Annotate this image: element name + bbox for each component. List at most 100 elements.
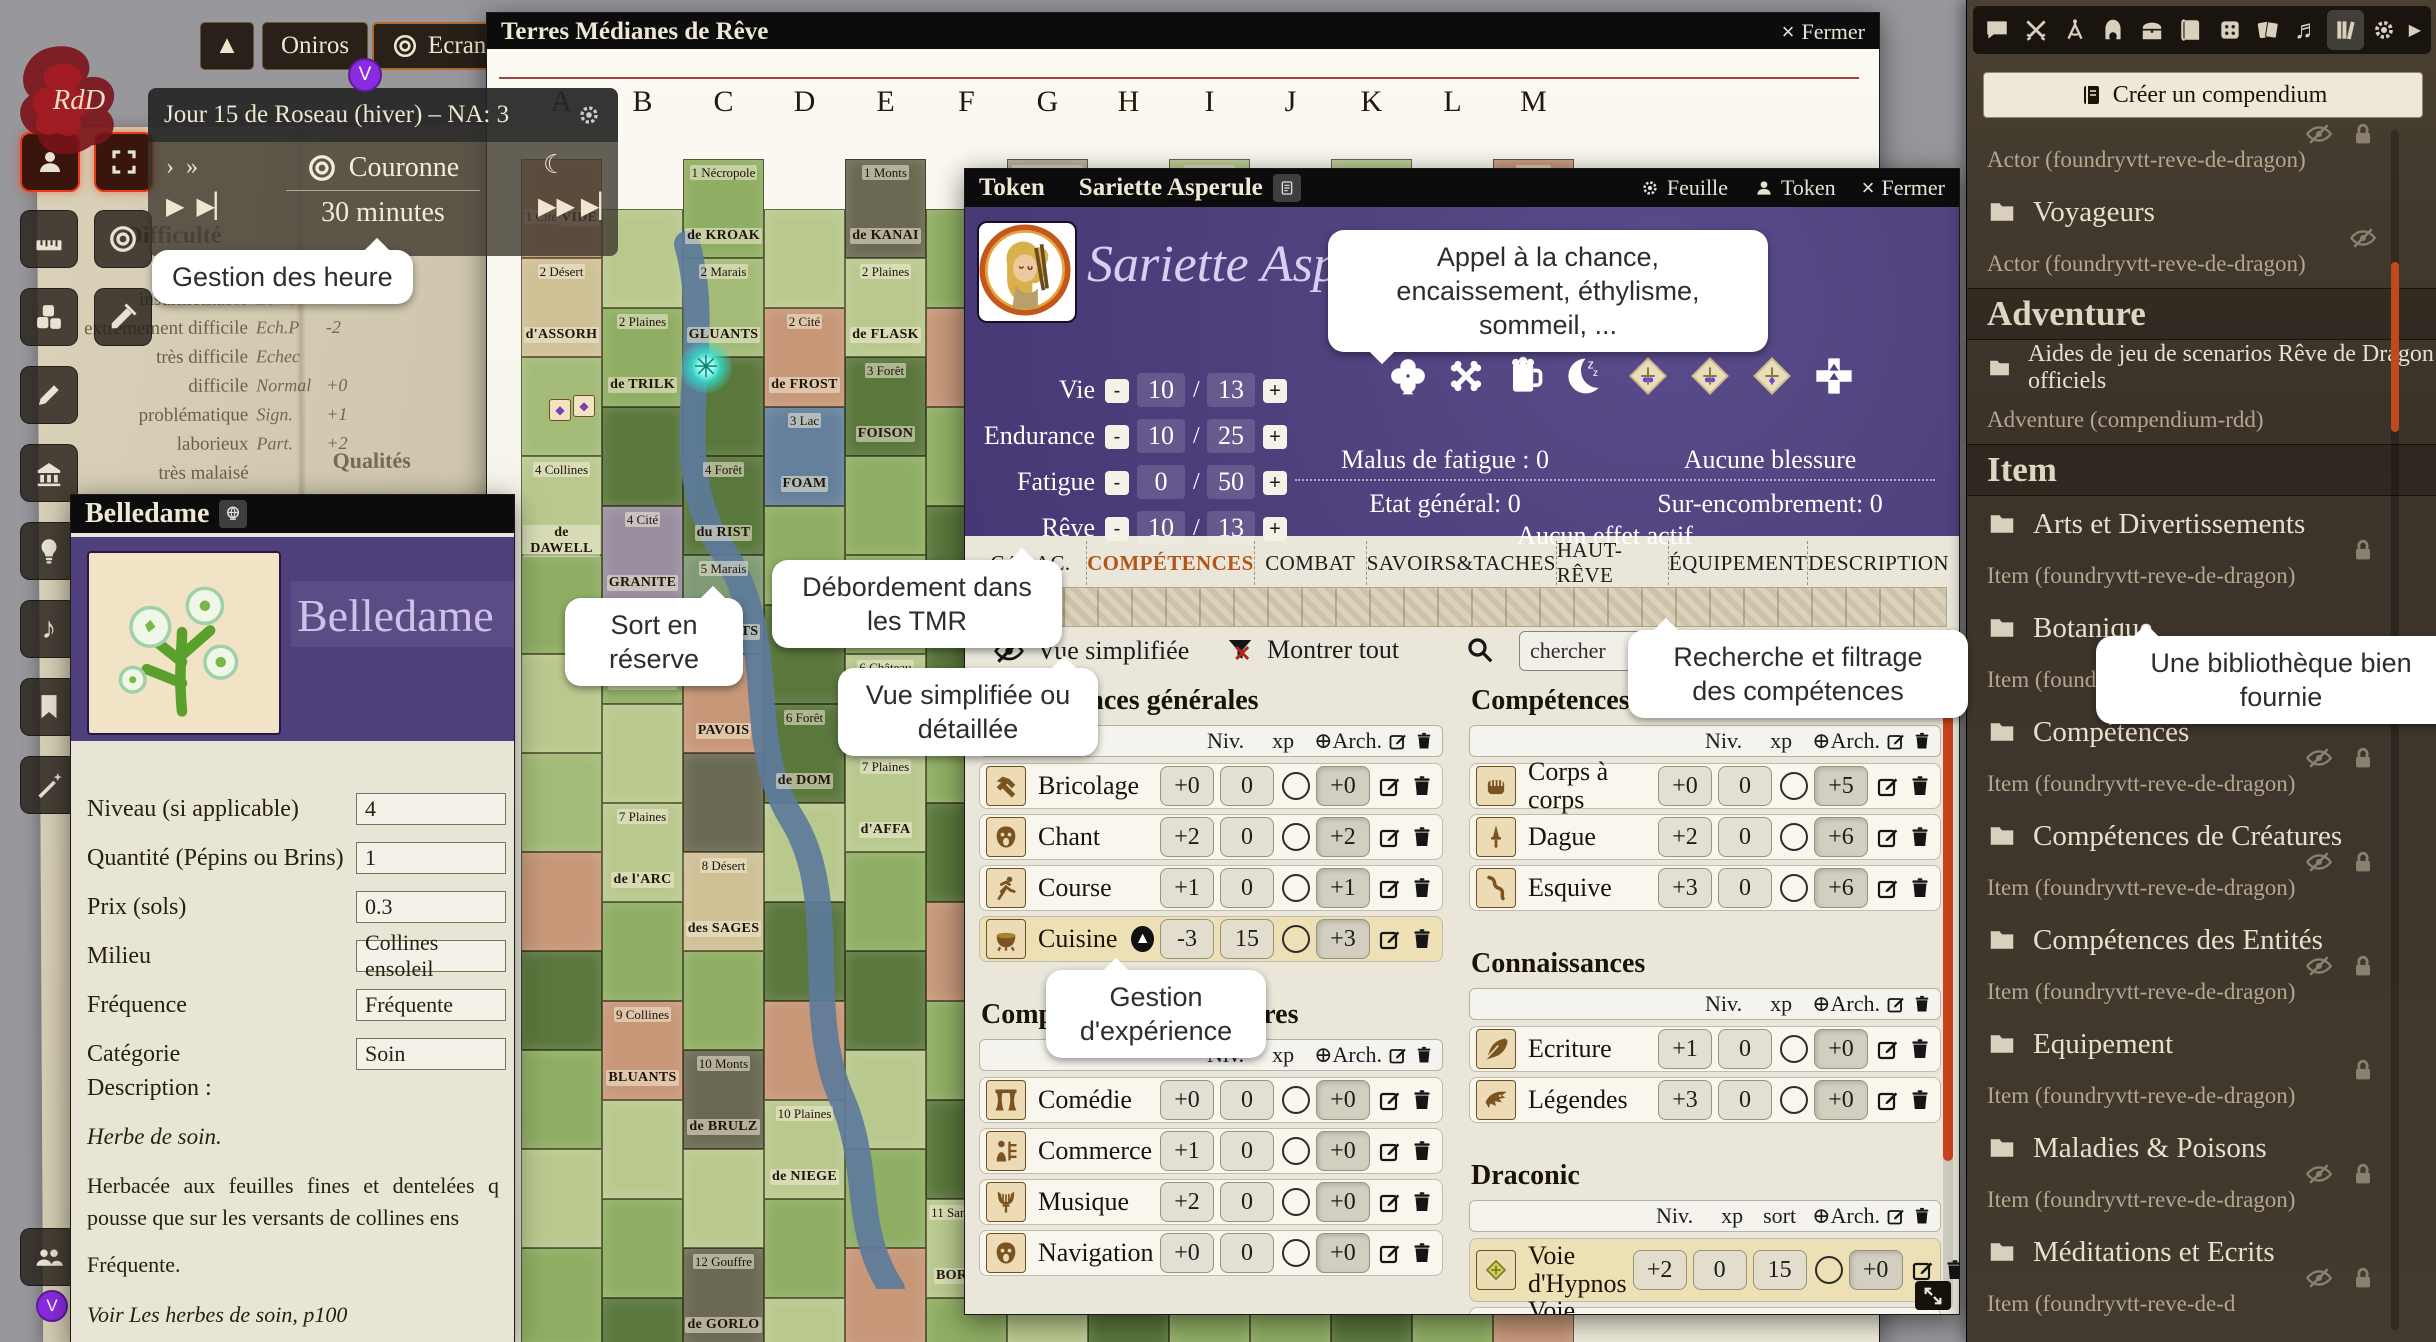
scrollbar-thumb[interactable] [1943, 641, 1953, 1161]
tmr-cell-D11[interactable] [764, 1199, 845, 1298]
tab-savoirstaches[interactable]: SAVOIRS&TACHES [1367, 541, 1557, 585]
skill-row-voiedhypnos[interactable]: Voie d'Hypnos+2015+0 [1469, 1238, 1941, 1302]
skill-arch-box[interactable]: +6 [1814, 817, 1868, 857]
skill-niv-box[interactable]: +2 [1658, 817, 1712, 857]
tmr-cell-A2[interactable] [521, 258, 602, 357]
skill-roll-circle[interactable] [1780, 1035, 1808, 1063]
trash-icon[interactable] [1410, 825, 1434, 849]
encumbrance-icon[interactable] [1811, 353, 1857, 399]
edit-icon[interactable] [1378, 1139, 1402, 1163]
stat-current[interactable]: 10 [1137, 511, 1185, 545]
compendium-section[interactable]: Adventure [1967, 288, 2436, 340]
skill-roll-circle[interactable] [1282, 874, 1310, 902]
sheet-config-button[interactable]: Feuille [1640, 175, 1728, 201]
sidebar-tab-chat[interactable] [1979, 10, 2016, 50]
trash-icon[interactable] [1908, 1088, 1932, 1112]
tool-target[interactable] [94, 210, 152, 268]
skill-arch-box[interactable]: +3 [1316, 919, 1370, 959]
resize-handle[interactable] [1915, 1281, 1951, 1310]
edit-icon[interactable] [1378, 825, 1402, 849]
skill-roll-circle[interactable] [1815, 1256, 1843, 1284]
skill-row-course[interactable]: Course+10+1 [979, 865, 1443, 911]
skill-arch-box[interactable]: +0 [1316, 1080, 1370, 1120]
sidebar-tab-books[interactable] [2327, 10, 2364, 50]
sidebar-tab-cards[interactable] [2250, 10, 2287, 50]
tmr-cell-D3[interactable] [764, 407, 845, 506]
skill-niv-box[interactable]: +0 [1658, 766, 1712, 806]
tmr-cell-A11[interactable] [521, 1149, 602, 1248]
xp-up-button[interactable]: ▲ [1131, 926, 1154, 952]
stat-increase-button[interactable]: + [1263, 471, 1287, 495]
skill-row-corpsàcorps[interactable]: Corps à corps+00+5 [1469, 763, 1941, 809]
edit-icon[interactable] [1876, 825, 1900, 849]
field-select[interactable]: Soin [356, 1038, 506, 1070]
tmr-cell-B9[interactable] [602, 1001, 683, 1100]
edit-icon[interactable] [1876, 876, 1900, 900]
trash-icon[interactable] [1410, 1139, 1434, 1163]
skill-row-voiedenarcos[interactable]: Voie de Narcos+300+0 [1469, 1307, 1941, 1315]
field-input[interactable]: 4 [356, 793, 506, 825]
trash-icon[interactable] [1908, 876, 1932, 900]
tool-draw[interactable] [20, 366, 78, 424]
compendium-folder[interactable]: Aides de jeu de scenarios Rêve de Dragon… [1967, 340, 2436, 396]
tmr-cell-C4[interactable] [683, 456, 764, 555]
sheet-scrollbar[interactable] [1943, 629, 1953, 1309]
skill-arch-box[interactable]: +0 [1814, 1029, 1868, 1069]
tmr-cell-E3[interactable] [845, 357, 926, 456]
tmr-cell-B2[interactable] [602, 308, 683, 407]
skill-niv-box[interactable]: +1 [1160, 1131, 1214, 1171]
skill-xp-box[interactable]: 15 [1220, 919, 1274, 959]
skill-xp-box[interactable]: 0 [1220, 1233, 1274, 1273]
trash-icon[interactable] [1410, 876, 1434, 900]
edit-icon[interactable] [1911, 1258, 1935, 1282]
skill-sort-box[interactable]: 15 [1753, 1250, 1807, 1290]
skill-xp-box[interactable]: 0 [1220, 817, 1274, 857]
tmr-cell-D1[interactable] [764, 209, 845, 308]
skill-xp-box[interactable]: 0 [1693, 1250, 1747, 1290]
tmr-cell-E9[interactable] [845, 951, 926, 1050]
tmr-cell-D6[interactable] [764, 704, 845, 803]
skill-arch-box[interactable]: +1 [1316, 868, 1370, 908]
skill-niv-box[interactable]: +2 [1160, 1182, 1214, 1222]
tmr-titlebar[interactable]: Terres Médianes de Rêve × Fermer [487, 13, 1879, 51]
skill-roll-circle[interactable] [1282, 1239, 1310, 1267]
sidebar-collapse-arrow[interactable]: ▶ [2405, 20, 2425, 40]
tmr-cell-C7[interactable] [683, 753, 764, 852]
skill-xp-box[interactable]: 0 [1220, 868, 1274, 908]
sheet-close-button[interactable]: × Fermer [1862, 175, 1945, 201]
skill-row-comédie[interactable]: Comédie+00+0 [979, 1077, 1443, 1123]
fast-forward-buttons[interactable]: ▶▶ ▶▏ [538, 194, 618, 220]
edit-icon[interactable] [1876, 774, 1900, 798]
tool-ruler[interactable] [20, 210, 78, 268]
stat-current[interactable]: 10 [1137, 373, 1185, 407]
skill-arch-box[interactable]: +5 [1814, 766, 1868, 806]
edit-icon[interactable] [1378, 1088, 1402, 1112]
skill-row-bricolage[interactable]: Bricolage+00+0 [979, 763, 1443, 809]
create-compendium-button[interactable]: Créer un compendium [1983, 72, 2423, 118]
edit-icon[interactable] [1378, 1190, 1402, 1214]
tab-quipement[interactable]: ÉQUIPEMENT [1669, 541, 1808, 585]
skill-roll-circle[interactable] [1780, 874, 1808, 902]
skill-xp-box[interactable]: 0 [1220, 1182, 1274, 1222]
stat-decrease-button[interactable]: - [1105, 471, 1129, 495]
play-skip-buttons[interactable]: ▶ ▶▏ [166, 194, 233, 220]
skill-xp-box[interactable]: 0 [1718, 766, 1772, 806]
skill-arch-box[interactable]: +0 [1316, 1131, 1370, 1171]
tool-template[interactable] [94, 288, 152, 346]
stat-decrease-button[interactable]: - [1105, 425, 1129, 449]
tmr-cell-C12[interactable] [683, 1248, 764, 1342]
skill-arch-box[interactable]: +0 [1316, 1182, 1370, 1222]
skill-xp-box[interactable]: 0 [1718, 817, 1772, 857]
sidebar-tab-journal[interactable] [2173, 10, 2210, 50]
edit-icon[interactable] [1378, 1241, 1402, 1265]
tmr-cell-E10[interactable] [845, 1050, 926, 1149]
stat-decrease-button[interactable]: - [1105, 517, 1129, 541]
tmr-cell-A12[interactable] [521, 1248, 602, 1342]
tmr-cell-B11[interactable] [602, 1199, 683, 1298]
skill-niv-box[interactable]: +0 [1160, 1233, 1214, 1273]
skill-row-chant[interactable]: Chant+20+2 [979, 814, 1443, 860]
skill-row-musique[interactable]: Musique+20+0 [979, 1179, 1443, 1225]
trash-icon[interactable] [1410, 1088, 1434, 1112]
skill-roll-circle[interactable] [1282, 1137, 1310, 1165]
tmr-cell-D10[interactable] [764, 1100, 845, 1199]
